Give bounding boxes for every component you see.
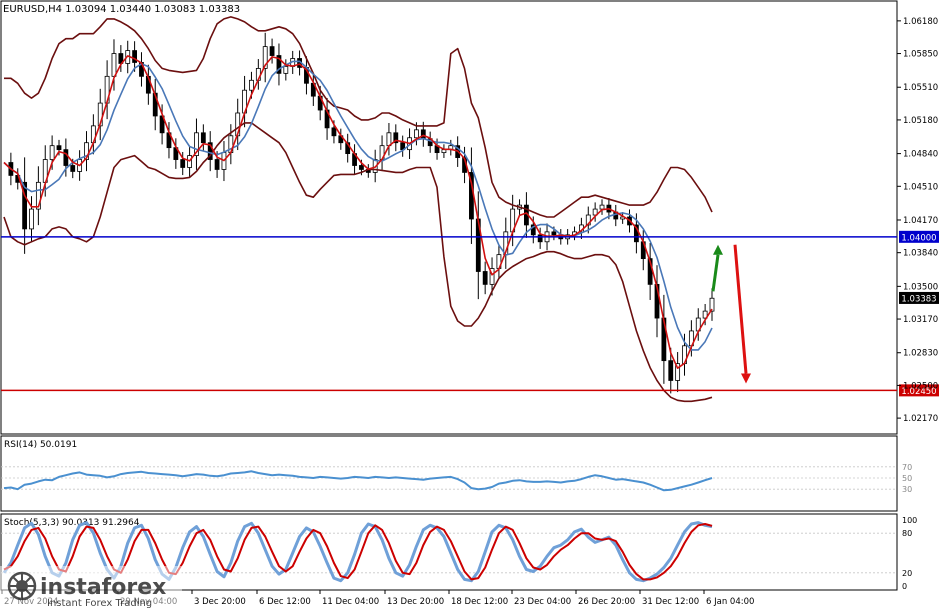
candle-body	[482, 271, 488, 285]
price-tick-label: 1.05180	[903, 116, 938, 126]
time-tick-label: 26 Dec 20:00	[578, 597, 635, 607]
time-tick-label: 6 Jan 04:00	[706, 597, 754, 607]
time-tick-label: 31 Dec 12:00	[642, 597, 699, 607]
price-tick-label: 1.05510	[903, 83, 938, 93]
price-tick-label: 1.03500	[903, 282, 938, 292]
time-tick-label: 18 Dec 12:00	[451, 597, 508, 607]
candle-body	[420, 129, 426, 140]
time-tick-label: 23 Dec 04:00	[514, 597, 571, 607]
candle-body	[214, 159, 220, 170]
time-tick-label: 6 Dec 12:00	[259, 597, 311, 607]
time-tick-label: 11 Dec 04:00	[322, 597, 379, 607]
instaforex-logo-icon	[7, 571, 37, 601]
candle-body	[180, 159, 186, 168]
candle-body	[537, 234, 543, 243]
candle-body	[551, 231, 557, 236]
price-tick-label: 1.04510	[903, 182, 938, 192]
symbol-info: EURUSD,H4 1.03094 1.03440 1.03083 1.0338…	[3, 4, 240, 15]
watermark-brand: instaforex	[40, 575, 166, 600]
price-tick-label: 1.04840	[903, 150, 938, 160]
candle-body	[599, 204, 605, 210]
rsi-level-label: 50	[902, 474, 912, 483]
stoch-level-label: 0	[902, 582, 907, 591]
chart-root: EURUSD,H4 1.03094 1.03440 1.03083 1.0338…	[0, 0, 944, 612]
candle-body	[414, 129, 419, 139]
price-tick-label: 1.02500	[903, 381, 938, 391]
candle-body	[132, 50, 138, 63]
candle-body	[200, 132, 206, 144]
rsi-level-label: 30	[902, 485, 912, 494]
price-tick-label: 1.03840	[903, 249, 938, 259]
stoch-level-label: 100	[902, 516, 917, 525]
instaforex-watermark: instaforex Instant Forex Trading	[0, 566, 182, 612]
current-price-label: 1.03383	[901, 294, 936, 304]
candle-body	[111, 53, 117, 77]
price-tick-label: 1.04170	[903, 216, 938, 226]
time-tick-label: 13 Dec 20:00	[387, 597, 444, 607]
stoch-level-label: 80	[902, 529, 912, 538]
candle-body	[269, 46, 275, 56]
price-tick-label: 1.03170	[903, 315, 938, 325]
candle-body	[668, 360, 674, 381]
candle-body	[331, 127, 337, 137]
price-tick-label: 1.02170	[903, 414, 938, 424]
price-tick-label: 1.05850	[903, 50, 938, 60]
candle-body	[56, 145, 62, 151]
background	[0, 0, 944, 612]
rsi-level-label: 70	[902, 463, 912, 472]
price-tick-label: 1.06180	[903, 17, 938, 27]
candle-body	[63, 149, 69, 166]
stoch-level-label: 20	[902, 569, 912, 578]
candle-body	[49, 145, 55, 160]
watermark-tagline: Instant Forex Trading	[47, 598, 152, 609]
price-tick-label: 1.02830	[903, 349, 938, 359]
candle-body	[283, 66, 289, 74]
level-price-label: 1.04000	[901, 233, 936, 243]
candle-body	[249, 79, 254, 91]
candle-body	[386, 132, 392, 147]
candle-body	[359, 165, 364, 170]
time-tick-label: 3 Dec 20:00	[194, 597, 246, 607]
candle-body	[29, 208, 34, 230]
candle-body	[70, 165, 76, 172]
rsi-title: RSI(14) 50.0191	[4, 440, 77, 450]
